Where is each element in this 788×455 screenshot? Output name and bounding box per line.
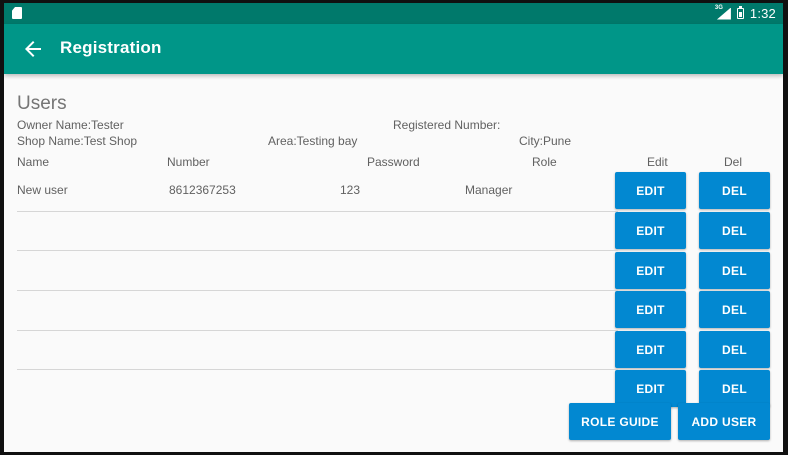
delete-button[interactable]: DEL [699, 370, 770, 407]
battery-icon [736, 6, 744, 19]
status-bar: 3G 1:32 [4, 3, 783, 24]
delete-button[interactable]: DEL [699, 252, 770, 289]
delete-button[interactable]: DEL [699, 172, 770, 209]
back-button[interactable] [21, 37, 45, 61]
delete-button[interactable]: DEL [699, 212, 770, 249]
edit-button[interactable]: EDIT [615, 370, 686, 407]
edit-button[interactable]: EDIT [615, 172, 686, 209]
row-divider [17, 250, 618, 251]
app-title: Registration [60, 38, 162, 57]
users-panel: Users Owner Name:Tester Registered Numbe… [4, 74, 783, 452]
column-header-number: Number [167, 155, 210, 169]
cell-role: Manager [465, 183, 513, 197]
row-divider [17, 290, 618, 291]
shop-name: Shop Name:Test Shop [17, 134, 138, 148]
cell-number: 8612367253 [169, 183, 236, 197]
delete-button[interactable]: DEL [699, 291, 770, 328]
column-header-role: Role [532, 155, 557, 169]
column-header-name: Name [17, 155, 50, 169]
device-screen: 3G 1:32 Registration Users Owner Name:Te… [4, 3, 783, 452]
role-guide-button[interactable]: ROLE GUIDE [569, 403, 671, 440]
add-user-button[interactable]: ADD USER [678, 403, 770, 440]
column-header-edit: Edit [647, 155, 668, 169]
registered-number: Registered Number: [393, 118, 501, 132]
sim-card-icon [12, 7, 22, 19]
city: City:Pune [519, 134, 572, 148]
section-title: Users [17, 93, 67, 114]
arrow-back-icon [25, 41, 41, 57]
column-header-password: Password [367, 155, 420, 169]
cell-password: 123 [340, 183, 361, 197]
area: Area:Testing bay [268, 134, 358, 148]
row-divider [17, 369, 618, 370]
delete-button[interactable]: DEL [699, 331, 770, 368]
network-type: 3G [714, 4, 723, 11]
owner-name: Owner Name:Tester [17, 118, 124, 132]
edit-button[interactable]: EDIT [615, 331, 686, 368]
app-bar: Registration [4, 24, 783, 74]
row-divider [17, 211, 618, 212]
signal-icon: 3G [714, 4, 731, 20]
clock: 1:32 [749, 6, 776, 21]
row-divider [17, 330, 618, 331]
column-header-del: Del [724, 155, 743, 169]
edit-button[interactable]: EDIT [615, 291, 686, 328]
edit-button[interactable]: EDIT [615, 252, 686, 289]
cell-name: New user [17, 183, 68, 197]
status-icons: 3G 1:32 [714, 3, 776, 24]
edit-button[interactable]: EDIT [615, 212, 686, 249]
